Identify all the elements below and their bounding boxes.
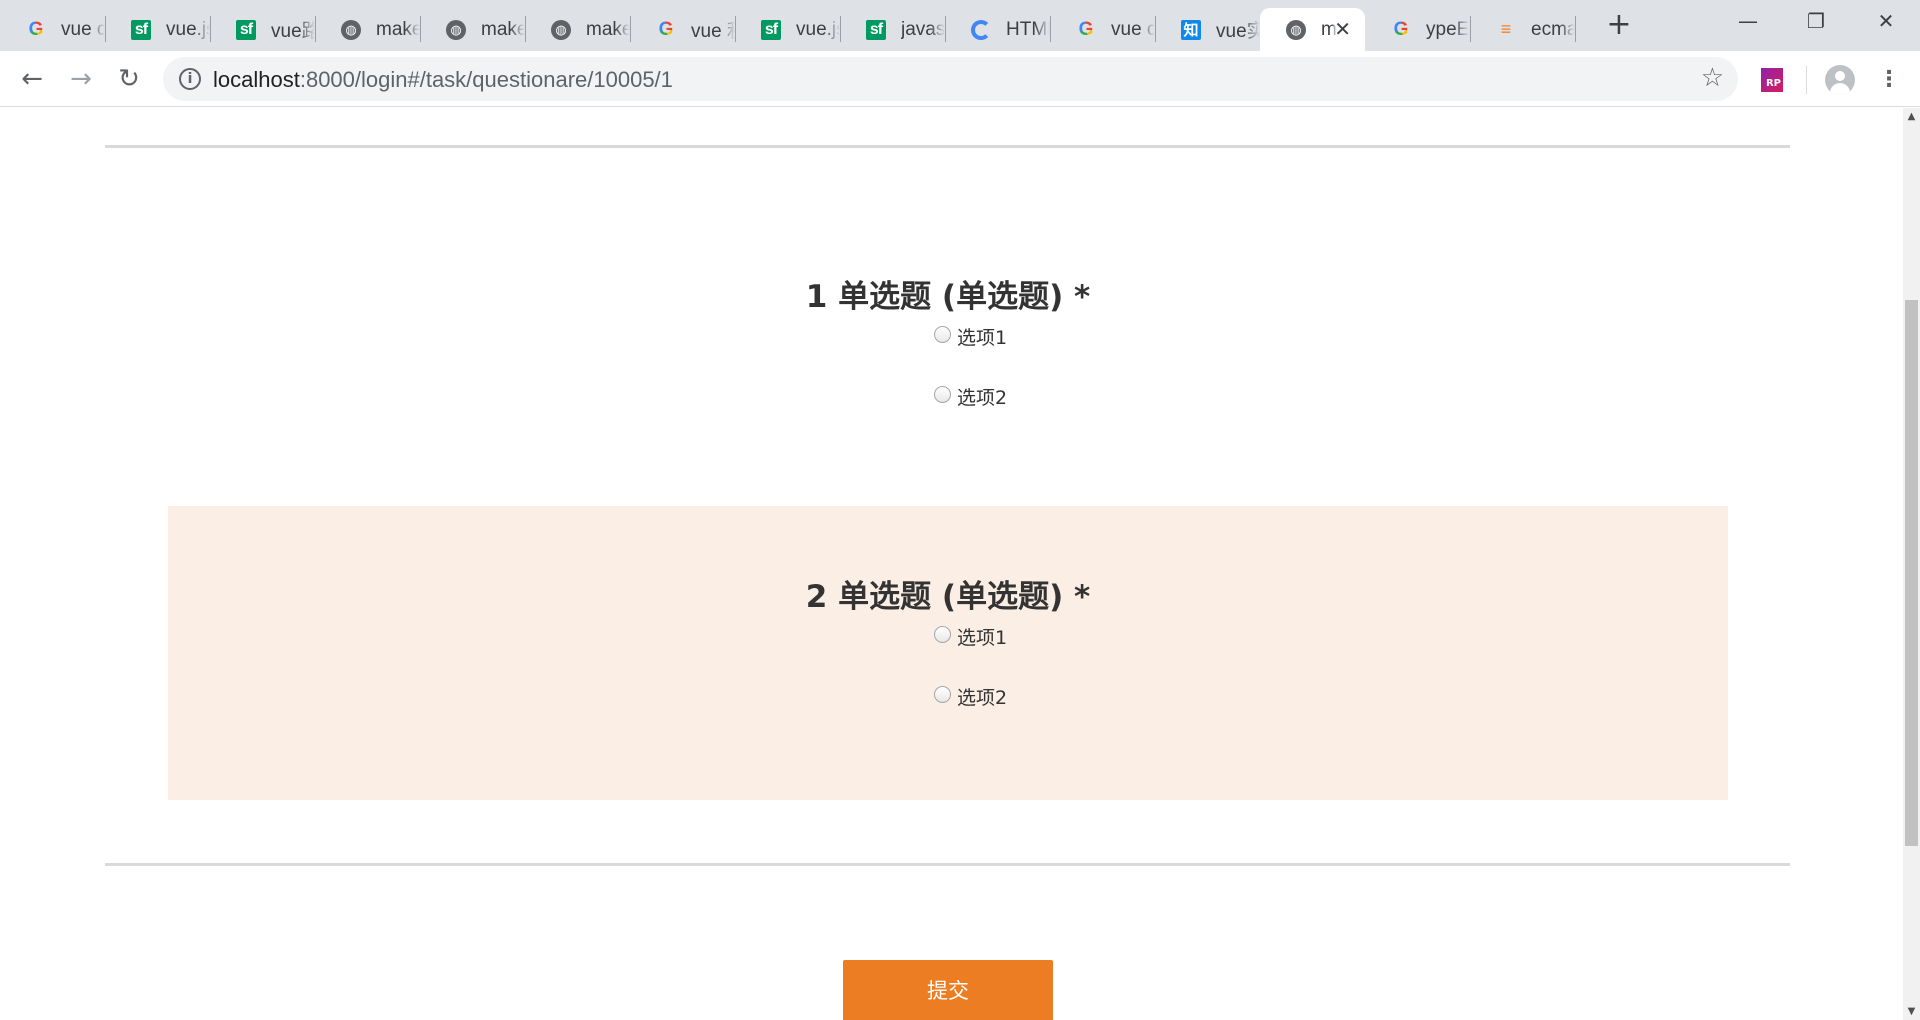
option-label: 选项1: [957, 327, 1008, 349]
c-circle-favicon-icon: [971, 19, 991, 40]
browser-tab[interactable]: ◍ m ✕: [1260, 8, 1365, 51]
browser-tab[interactable]: 知 vue实: [1155, 8, 1260, 51]
radio-button[interactable]: [934, 386, 951, 403]
tab-title: vue c: [1111, 18, 1155, 40]
browser-tab[interactable]: ≡ ecma: [1470, 8, 1575, 51]
question-1-option-2[interactable]: 选项2: [934, 383, 1007, 410]
browser-tab[interactable]: Gvue c: [0, 8, 105, 51]
top-divider: [105, 145, 1790, 148]
tab-title: vue路: [271, 21, 315, 42]
bookmark-star-icon[interactable]: ☆: [1701, 63, 1724, 93]
sf-favicon-icon: sf: [866, 19, 886, 40]
question-block-2: 2 单选题 (单选题) * 选项1 选项2: [168, 506, 1728, 800]
radio-button[interactable]: [934, 326, 951, 343]
zhihu-favicon-icon: 知: [1181, 19, 1201, 40]
site-info-icon[interactable]: i: [179, 68, 201, 90]
globe-favicon-icon: ◍: [551, 19, 571, 40]
browser-tab[interactable]: ◍ make: [525, 8, 630, 51]
globe-favicon-icon: ◍: [1286, 19, 1306, 40]
browser-tab[interactable]: GypeE: [1365, 8, 1470, 51]
radio-button[interactable]: [934, 626, 951, 643]
question-2-option-1[interactable]: 选项1: [934, 623, 1007, 650]
sf-favicon-icon: sf: [236, 19, 256, 40]
tab-title: HTML: [1006, 18, 1050, 40]
tab-title: vue c: [61, 18, 105, 40]
sf-favicon-icon: sf: [131, 19, 151, 40]
stackoverflow-favicon-icon: ≡: [1500, 19, 1512, 39]
page-scrollbar[interactable]: ▲ ▼: [1903, 108, 1920, 1020]
address-bar[interactable]: i localhost:8000/login#/task/questionare…: [163, 57, 1738, 101]
google-g-favicon-icon: G: [656, 19, 676, 40]
google-g-favicon-icon: G: [1391, 19, 1411, 40]
bottom-divider: [105, 863, 1790, 866]
browser-toolbar: ← → ↻ i localhost:8000/login#/task/quest…: [0, 51, 1920, 107]
scrollbar-thumb[interactable]: [1905, 300, 1918, 846]
close-window-button[interactable]: ✕: [1866, 6, 1906, 36]
tab-title: vue.js: [166, 18, 210, 40]
submit-button[interactable]: 提交: [843, 960, 1053, 1020]
browser-tab[interactable]: sf vue.js: [105, 8, 210, 51]
profile-avatar-icon[interactable]: [1825, 65, 1855, 95]
browser-tab[interactable]: sf vue.js: [735, 8, 840, 51]
scroll-up-arrow-icon[interactable]: ▲: [1903, 108, 1920, 125]
axure-rp-extension-icon[interactable]: RP: [1761, 68, 1783, 92]
tab-separator: [1575, 16, 1576, 42]
browser-tab-strip: + — ❐ ✕ Gvue csfvue.jssfvue路◍make◍make◍m…: [0, 0, 1920, 51]
radio-button[interactable]: [934, 686, 951, 703]
browser-tab[interactable]: Gvue c: [1050, 8, 1155, 51]
globe-favicon-icon: ◍: [341, 19, 361, 40]
option-label: 选项2: [957, 387, 1008, 409]
address-path: :8000/login#/task/questionare/10005/1: [299, 67, 673, 92]
new-tab-button[interactable]: +: [1605, 10, 1633, 40]
tab-title: make: [376, 18, 420, 40]
tab-title: javas: [901, 18, 945, 40]
question-2-option-2[interactable]: 选项2: [934, 683, 1007, 710]
reload-button[interactable]: ↻: [111, 61, 147, 97]
question-title: 2 单选题 (单选题) *: [805, 579, 1091, 615]
browser-tab[interactable]: HTML: [945, 8, 1050, 51]
tab-title: vue实: [1216, 21, 1260, 42]
browser-tab[interactable]: ◍ make: [420, 8, 525, 51]
page-viewport: 1 单选题 (单选题) * 选项1 选项2 2 单选题 (单选题) * 选项1 …: [0, 108, 1920, 1020]
close-tab-icon[interactable]: ✕: [1334, 17, 1351, 42]
google-g-favicon-icon: G: [26, 19, 46, 40]
option-label: 选项2: [957, 687, 1008, 709]
restore-window-button[interactable]: ❐: [1796, 6, 1836, 36]
minimize-window-button[interactable]: —: [1728, 6, 1768, 36]
globe-favicon-icon: ◍: [446, 19, 466, 40]
question-title: 1 单选题 (单选题) *: [805, 279, 1091, 315]
question-1-option-1[interactable]: 选项1: [934, 323, 1007, 350]
scroll-down-arrow-icon[interactable]: ▼: [1903, 1003, 1920, 1020]
back-button[interactable]: ←: [14, 61, 50, 97]
question-block-1: 1 单选题 (单选题) * 选项1 选项2: [168, 268, 1728, 478]
tab-title: vue.js: [796, 18, 840, 40]
toolbar-divider: [1806, 66, 1807, 94]
sf-favicon-icon: sf: [761, 19, 781, 40]
google-g-favicon-icon: G: [1076, 19, 1096, 40]
tab-title: make: [586, 18, 630, 40]
browser-tab[interactable]: Gvue 利: [630, 8, 735, 51]
tab-title: ypeE: [1426, 18, 1470, 40]
option-label: 选项1: [957, 627, 1008, 649]
address-host: localhost: [213, 67, 300, 92]
browser-tab[interactable]: ◍ make: [315, 8, 420, 51]
browser-tab[interactable]: sf javas: [840, 8, 945, 51]
tab-title: make: [481, 18, 525, 40]
tab-title: vue 利: [691, 21, 735, 42]
address-url[interactable]: localhost:8000/login#/task/questionare/1…: [213, 67, 673, 93]
browser-tab[interactable]: sf vue路: [210, 8, 315, 51]
browser-menu-icon[interactable]: ⋮: [1878, 65, 1900, 95]
forward-button[interactable]: →: [63, 61, 99, 97]
tab-title: ecma: [1531, 18, 1575, 40]
